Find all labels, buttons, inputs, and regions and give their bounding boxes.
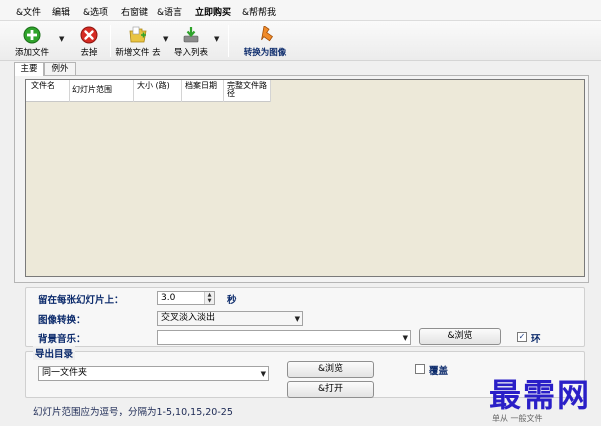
open-output-button[interactable]: &打开	[287, 381, 374, 398]
watermark-logo: 最需网	[488, 376, 591, 414]
add-file-button[interactable]: 添加文件	[12, 23, 52, 59]
column-file-date[interactable]: 档案日期	[182, 80, 224, 102]
new-folder-label: 新增文件 去	[115, 48, 161, 58]
stay-duration-unit: 秒	[227, 295, 237, 306]
transition-value: 交叉淡入淡出	[161, 313, 216, 323]
add-file-label: 添加文件	[14, 48, 49, 58]
transition-select[interactable]: 交叉淡入淡出 ▼	[157, 311, 303, 326]
stay-duration-label: 留在每张幻灯片上：	[38, 295, 124, 306]
column-size[interactable]: 大小 (路)	[134, 80, 182, 102]
toolbar-separator	[110, 25, 111, 57]
remove-label: 去掉	[80, 48, 98, 58]
background-music-select[interactable]: ▼	[157, 330, 411, 345]
toolbar: 添加文件 ▼ 去掉 新增文件 去 ▼ 导入列表 ▼ 转换为图像	[0, 21, 601, 61]
column-file-name[interactable]: 文件名	[26, 80, 70, 102]
import-list-label: 导入列表	[173, 48, 208, 58]
file-list[interactable]: 文件名 幻灯片范围 大小 (路) 档案日期 完整文件路径	[25, 79, 585, 277]
menu-edit[interactable]: 编辑	[52, 5, 70, 18]
add-file-dropdown-icon[interactable]: ▼	[59, 35, 64, 43]
file-list-header: 文件名 幻灯片范围 大小 (路) 档案日期 完整文件路径	[26, 80, 271, 102]
browse-output-button[interactable]: &浏览	[287, 361, 374, 378]
tab-main[interactable]: 主要	[14, 62, 44, 76]
add-icon	[23, 26, 41, 44]
watermark-subtext: 单从 一般文件	[492, 414, 543, 423]
tab-exceptions[interactable]: 例外	[44, 62, 76, 75]
column-full-path[interactable]: 完整文件路径	[224, 80, 271, 102]
convert-icon	[261, 26, 274, 42]
loop-label: 环	[531, 334, 541, 345]
new-folder-button[interactable]: 新增文件 去	[114, 23, 162, 59]
menu-context[interactable]: 右窗键	[121, 5, 148, 18]
spinner-arrows-icon[interactable]: ▲ ▼	[204, 292, 214, 304]
folder-icon	[129, 26, 147, 43]
overwrite-label: 覆盖	[429, 366, 449, 377]
loop-checkbox[interactable]: ✓	[517, 332, 527, 342]
transition-label: 图像转换：	[38, 315, 86, 326]
convert-to-image-button[interactable]: 转换为图像	[240, 23, 290, 59]
menu-help[interactable]: &帮帮我	[242, 5, 276, 18]
browse-music-button[interactable]: &浏览	[419, 328, 501, 345]
background-music-label: 背景音乐：	[38, 334, 86, 345]
stay-duration-value: 3.0	[161, 293, 176, 303]
import-icon	[183, 27, 199, 43]
status-hint-text: 幻灯片范围应为逗号，分隔为1-5,10,15,20-25	[33, 407, 233, 418]
convert-to-image-label: 转换为图像	[243, 48, 287, 58]
menu-file[interactable]: &文件	[16, 5, 41, 18]
import-list-dropdown-icon[interactable]: ▼	[214, 35, 219, 43]
column-slide-range[interactable]: 幻灯片范围	[70, 80, 134, 102]
menu-language[interactable]: &语言	[157, 5, 182, 18]
chevron-down-icon: ▼	[260, 370, 266, 378]
import-list-button[interactable]: 导入列表	[172, 23, 210, 59]
new-folder-dropdown-icon[interactable]: ▼	[163, 35, 168, 43]
output-directory-select[interactable]: 同一文件夹 ▼	[38, 366, 269, 381]
toolbar-separator	[228, 25, 229, 57]
chevron-down-icon: ▼	[402, 334, 408, 342]
output-directory-title: 导出目录	[33, 346, 76, 360]
menu-bar: &文件 编辑 &选项 右窗键 &语言 立即购买 &帮帮我	[0, 0, 601, 21]
output-directory-value: 同一文件夹	[42, 368, 88, 378]
menu-options[interactable]: &选项	[83, 5, 108, 18]
chevron-down-icon: ▼	[294, 315, 300, 323]
stay-duration-spinner[interactable]: 3.0 ▲ ▼	[157, 291, 215, 305]
menu-buy-now[interactable]: 立即购买	[195, 5, 231, 18]
remove-icon	[80, 26, 98, 44]
remove-button[interactable]: 去掉	[74, 23, 104, 59]
overwrite-checkbox[interactable]	[415, 364, 425, 374]
